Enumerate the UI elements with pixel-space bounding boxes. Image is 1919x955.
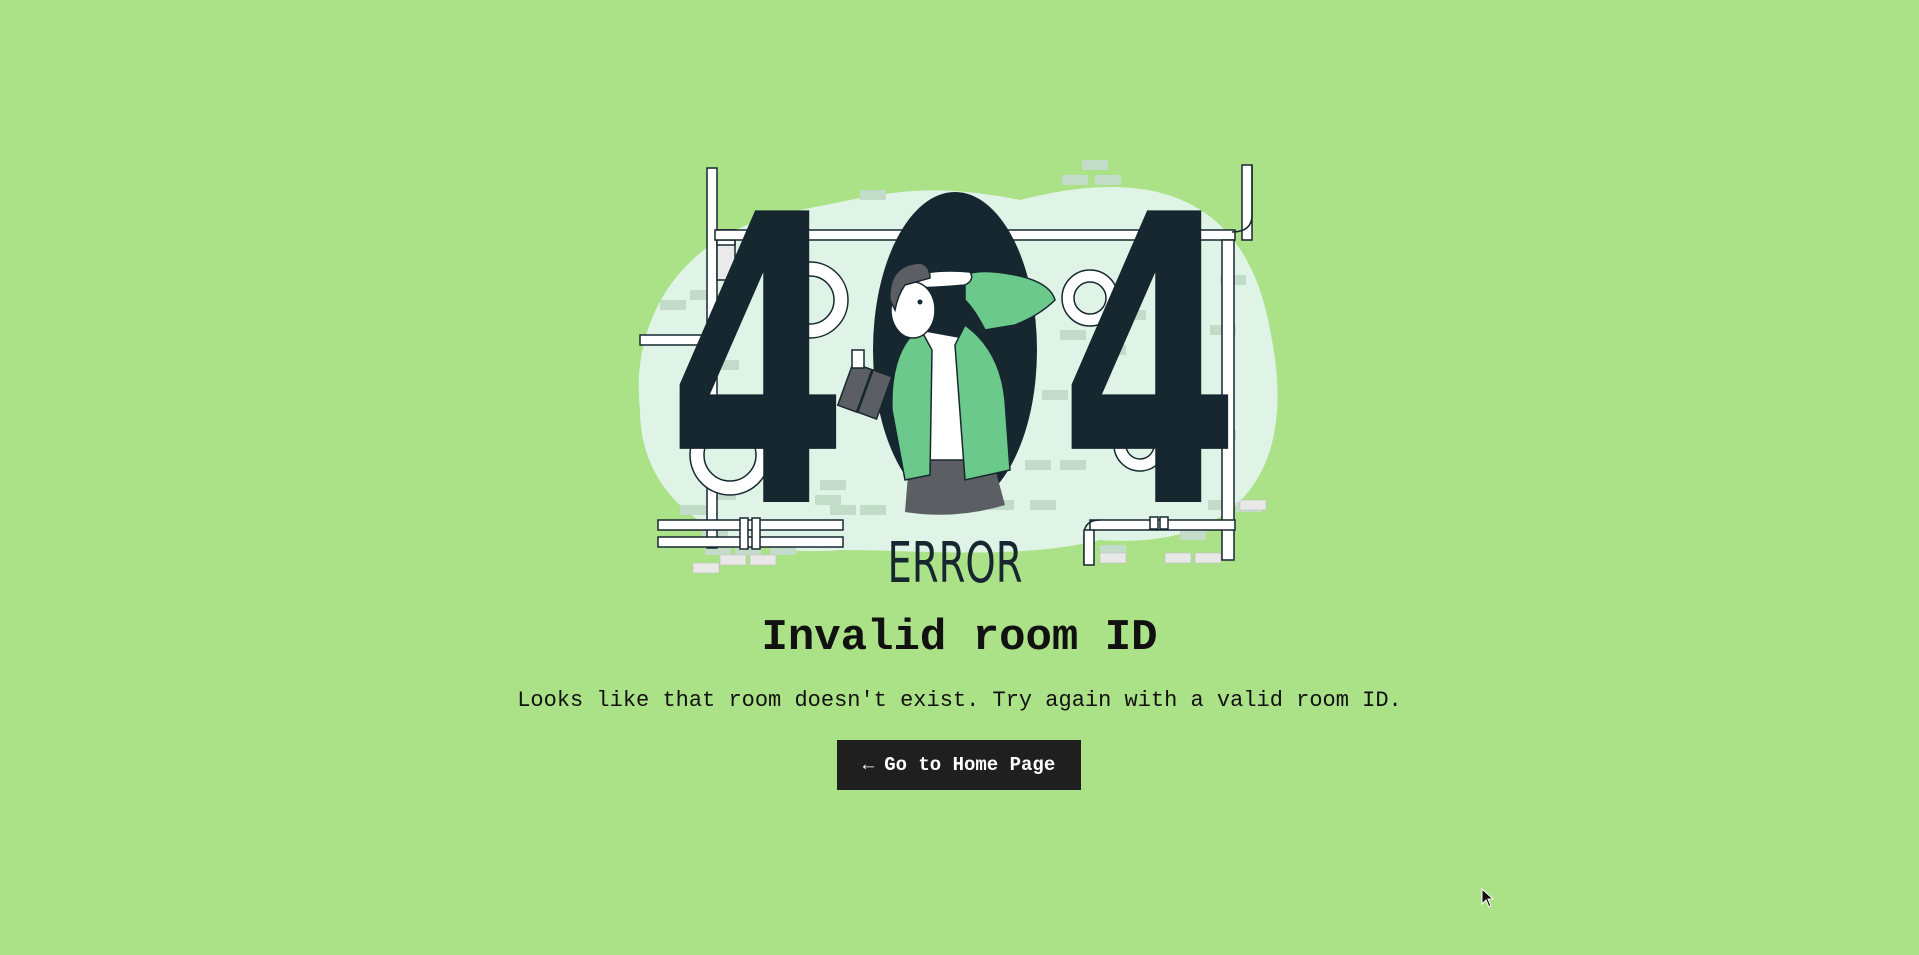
404-error-illustration: 4 4 ERROR xyxy=(620,150,1300,590)
digit-four-right: 4 xyxy=(1060,150,1240,590)
mouse-cursor-icon xyxy=(1481,887,1495,908)
page-title: Invalid room ID xyxy=(761,613,1158,663)
error-message: Looks like that room doesn't exist. Try … xyxy=(517,688,1402,713)
digit-four-left: 4 xyxy=(668,150,848,590)
error-label: ERROR xyxy=(888,531,1023,590)
arrow-left-icon: ← xyxy=(862,754,875,776)
go-home-button[interactable]: ← Go to Home Page xyxy=(837,740,1081,790)
go-home-button-label: Go to Home Page xyxy=(884,754,1056,776)
